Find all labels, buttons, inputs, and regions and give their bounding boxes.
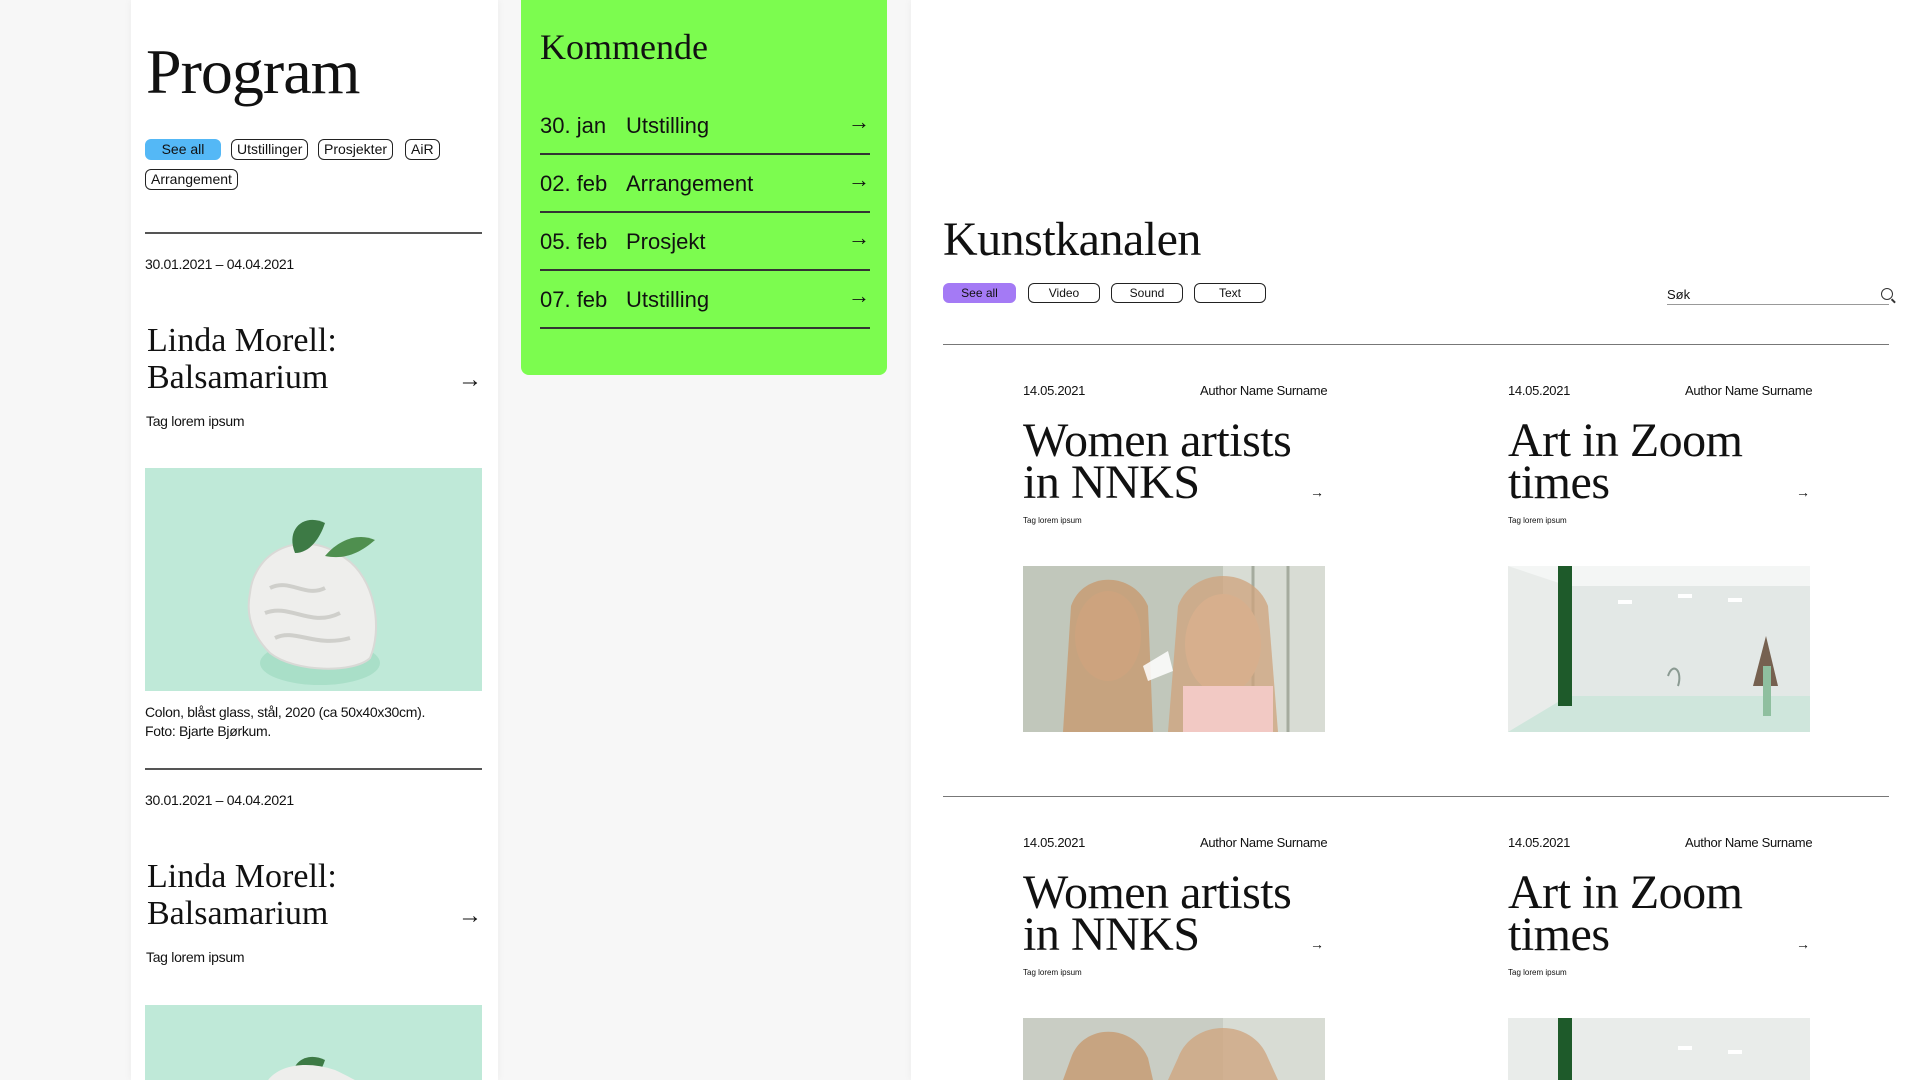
search-input[interactable]: Søk <box>1667 287 1893 305</box>
upcoming-item[interactable]: 02. feb Arrangement → <box>540 155 870 213</box>
upcoming-item[interactable]: 07. feb Utstilling → <box>540 271 870 329</box>
entry-image[interactable] <box>145 1005 482 1080</box>
card-tag: Tag lorem ipsum <box>1023 968 1082 977</box>
image-caption: Colon, blåst glass, stål, 2020 (ca 50x40… <box>145 703 425 741</box>
arrow-right-icon[interactable]: → <box>458 368 482 392</box>
divider <box>145 232 482 234</box>
card-title[interactable]: Art in Zoom times <box>1508 869 1743 961</box>
divider <box>145 768 482 770</box>
gallery-room-photo <box>1508 566 1810 732</box>
arrow-right-icon: → <box>848 225 870 250</box>
gallery-room-photo <box>1508 1018 1810 1080</box>
arrow-right-icon[interactable]: → <box>1796 484 1810 500</box>
card-date: 14.05.2021 <box>1508 835 1571 850</box>
entry-title[interactable]: Linda Morell: Balsamarium <box>147 858 337 932</box>
caption-line-2: Foto: Bjarte Bjørkum. <box>145 723 271 739</box>
upcoming-type: Arrangement <box>626 171 754 196</box>
upcoming-date: 05. feb <box>540 229 608 254</box>
kunstkanalen-title: Kunstkanalen <box>943 213 1201 266</box>
entry-image[interactable] <box>145 468 482 691</box>
card-title[interactable]: Women artists in NNKS <box>1023 869 1292 961</box>
divider <box>943 796 1889 797</box>
card-image[interactable] <box>1023 566 1325 732</box>
card-author: Author Name Surname <box>1685 835 1813 850</box>
filter-see-all[interactable]: See all <box>943 283 1016 303</box>
sculpture-illustration <box>145 1005 482 1080</box>
upcoming-type: Utstilling <box>626 113 710 138</box>
entry-title-line-2: Balsamarium <box>147 895 329 932</box>
card-image[interactable] <box>1023 1018 1325 1080</box>
arrow-right-icon: → <box>848 109 870 134</box>
arrow-right-icon[interactable]: → <box>1310 936 1324 952</box>
divider <box>943 344 1889 345</box>
card-tag: Tag lorem ipsum <box>1508 968 1567 977</box>
card-title-line-2: in NNKS <box>1023 908 1200 961</box>
entry-title-line-1: Linda Morell: <box>147 858 337 895</box>
filter-air[interactable]: AiR <box>405 139 440 160</box>
entry-title[interactable]: Linda Morell: Balsamarium <box>147 322 337 396</box>
filter-prosjekter[interactable]: Prosjekter <box>318 139 394 160</box>
kommende-panel: Kommende 30. jan Utstilling → 02. feb Ar… <box>521 0 887 375</box>
card-date: 14.05.2021 <box>1508 383 1571 398</box>
upcoming-date: 07. feb <box>540 287 608 312</box>
upcoming-type: Utstilling <box>626 287 710 312</box>
entry-tag: Tag lorem ipsum <box>146 413 245 429</box>
entry-dates: 30.01.2021 – 04.04.2021 <box>145 256 294 272</box>
card-title[interactable]: Women artists in NNKS <box>1023 417 1292 509</box>
filter-sound[interactable]: Sound <box>1111 283 1183 303</box>
card-image[interactable] <box>1508 1018 1810 1080</box>
search-icon[interactable] <box>1881 288 1893 300</box>
card-title[interactable]: Art in Zoom times <box>1508 417 1743 509</box>
upcoming-date: 02. feb <box>540 171 608 196</box>
card-tag: Tag lorem ipsum <box>1023 516 1082 525</box>
filter-arrangement[interactable]: Arrangement <box>145 169 238 190</box>
two-women-photo <box>1023 566 1325 732</box>
card-date: 14.05.2021 <box>1023 383 1086 398</box>
search-label: Søk <box>1667 287 1691 302</box>
arrow-right-icon[interactable]: → <box>1310 484 1324 500</box>
upcoming-date: 30. jan <box>540 113 607 138</box>
filter-utstillinger[interactable]: Utstillinger <box>231 139 309 160</box>
card-title-line-2: times <box>1508 456 1610 509</box>
card-author: Author Name Surname <box>1200 383 1328 398</box>
upcoming-item[interactable]: 30. jan Utstilling → <box>540 97 870 155</box>
program-panel: Program See all Utstillinger Prosjekter … <box>131 0 498 1080</box>
card-tag: Tag lorem ipsum <box>1508 516 1567 525</box>
arrow-right-icon: → <box>848 283 870 308</box>
arrow-right-icon[interactable]: → <box>1796 936 1810 952</box>
arrow-right-icon: → <box>848 167 870 192</box>
card-date: 14.05.2021 <box>1023 835 1086 850</box>
caption-line-1: Colon, blåst glass, stål, 2020 (ca 50x40… <box>145 704 426 720</box>
filter-see-all[interactable]: See all <box>145 139 221 160</box>
sculpture-illustration <box>145 468 482 691</box>
upcoming-type: Prosjekt <box>626 229 706 254</box>
card-title-line-2: times <box>1508 908 1610 961</box>
arrow-right-icon[interactable]: → <box>458 904 482 928</box>
kommende-title: Kommende <box>540 27 708 67</box>
filter-text[interactable]: Text <box>1194 283 1266 303</box>
kunstkanalen-panel: Kunstkanalen See all Video Sound Text Sø… <box>911 0 1920 1080</box>
card-image[interactable] <box>1508 566 1810 732</box>
card-author: Author Name Surname <box>1200 835 1328 850</box>
card-author: Author Name Surname <box>1685 383 1813 398</box>
card-title-line-2: in NNKS <box>1023 456 1200 509</box>
entry-title-line-1: Linda Morell: <box>147 322 337 359</box>
page-title: Program <box>146 36 360 107</box>
entry-title-line-2: Balsamarium <box>147 359 329 396</box>
upcoming-item[interactable]: 05. feb Prosjekt → <box>540 213 870 271</box>
two-women-photo <box>1023 1018 1325 1080</box>
entry-dates: 30.01.2021 – 04.04.2021 <box>145 792 294 808</box>
entry-tag: Tag lorem ipsum <box>146 949 245 965</box>
filter-video[interactable]: Video <box>1028 283 1100 303</box>
